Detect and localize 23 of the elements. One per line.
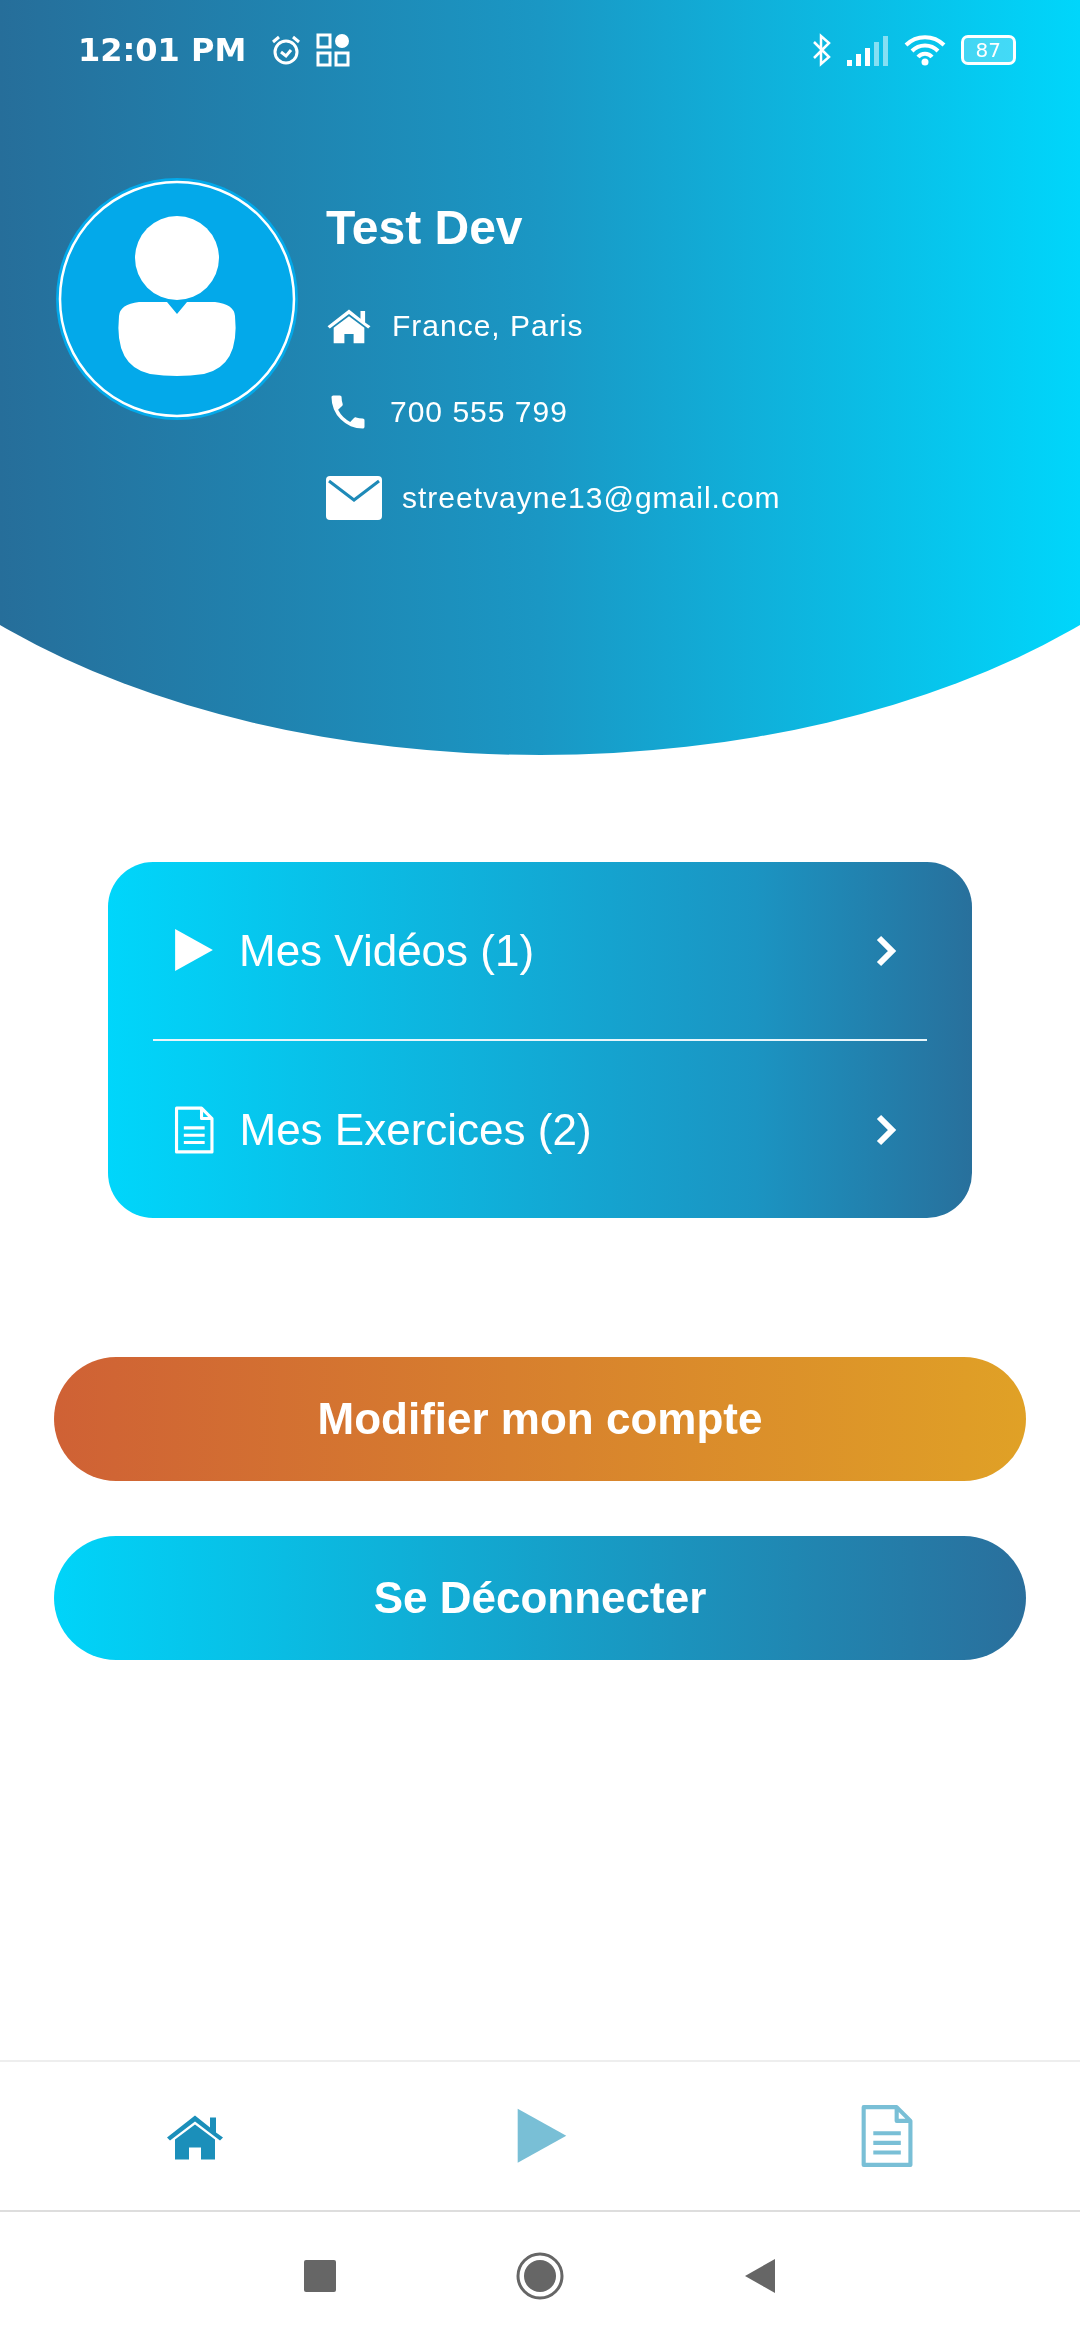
profile-detail: streetvayne13@gmail.com [402, 481, 781, 515]
envelope-icon [326, 476, 382, 520]
profile-detail: France, Paris [392, 309, 584, 343]
signal-icon [846, 34, 889, 66]
wifi-icon [902, 33, 947, 67]
apps-icon [316, 33, 351, 67]
avatar-icon [54, 176, 300, 422]
profile-name: Test Dev [326, 200, 524, 255]
status-time: 12:01 PM [78, 31, 247, 69]
battery-level: 87 [960, 35, 1016, 65]
edit-account-button[interactable]: Modifier mon compte [54, 1357, 1026, 1481]
chevron-icon [875, 1112, 897, 1147]
play-icon [173, 927, 215, 974]
chevron-icon [875, 933, 897, 968]
menu-item[interactable]: Mes Exercices (2) [153, 1041, 927, 1218]
alarm-icon [270, 34, 303, 66]
profile-detail: 700 555 799 [390, 395, 568, 429]
home-button-icon[interactable] [516, 2252, 564, 2300]
bluetooth-icon [810, 33, 833, 67]
back-icon[interactable] [744, 2258, 776, 2294]
document-icon [173, 1104, 216, 1155]
logout-button[interactable]: Se Déconnecter [54, 1536, 1026, 1660]
menu-item[interactable]: Mes Vidéos (1) [153, 862, 927, 1041]
